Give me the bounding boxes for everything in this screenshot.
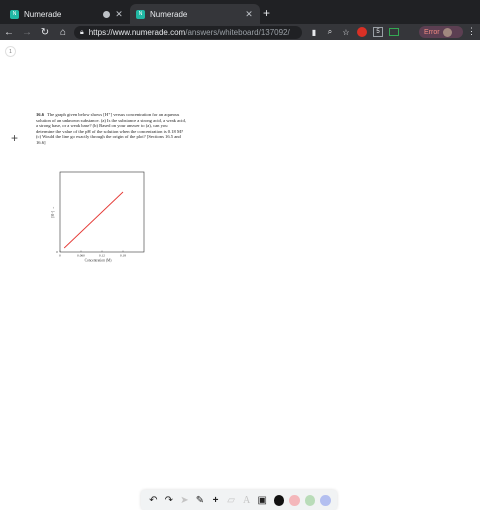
extension-red-icon[interactable] bbox=[356, 26, 368, 38]
forward-icon[interactable]: → bbox=[18, 27, 36, 38]
star-icon[interactable]: ☆ bbox=[340, 26, 352, 38]
url-text: https://www.numerade.com/answers/whitebo… bbox=[89, 28, 290, 37]
menu-icon[interactable]: ⋮ bbox=[467, 26, 476, 37]
x-tick-label: 0.060 bbox=[77, 254, 85, 258]
drawing-toolbar: ↶ ↷ ➤ ✎ + ▱ A ▣ bbox=[141, 490, 337, 510]
add-icon[interactable]: + bbox=[11, 131, 18, 145]
question-number: 16.6 bbox=[36, 112, 45, 117]
close-tab-icon[interactable]: ✕ bbox=[114, 9, 124, 20]
series-line bbox=[63, 191, 124, 249]
x-axis-label: Concentration (M) bbox=[85, 259, 113, 263]
camera-icon[interactable]: ▮ bbox=[308, 26, 320, 38]
page-number-badge: 1 bbox=[5, 46, 16, 57]
avatar bbox=[442, 27, 452, 37]
browser-toolbar: ← → ↻ ⌂ 🔒︎ https://www.numerade.com/answ… bbox=[0, 24, 480, 40]
y-tick-label: 0 bbox=[56, 250, 58, 254]
text-tool-icon[interactable]: A bbox=[240, 494, 253, 507]
color-swatch-green[interactable] bbox=[304, 494, 316, 506]
numerade-favicon-icon: N bbox=[10, 9, 19, 19]
x-tick-label: 0 bbox=[59, 254, 61, 258]
question-text: 16.6 The graph given below shows [H⁺] ver… bbox=[36, 112, 186, 146]
color-swatch-black[interactable] bbox=[273, 494, 285, 506]
audio-indicator-icon bbox=[103, 10, 110, 18]
profile-error-button[interactable]: Error bbox=[419, 26, 463, 38]
tab-numerade-2[interactable]: N Numerade ✕ bbox=[130, 4, 260, 24]
url-path: /answers/whiteboard/137092/ bbox=[185, 28, 290, 37]
extension-badge-icon[interactable]: 5 bbox=[372, 26, 384, 38]
redo-icon[interactable]: ↷ bbox=[163, 494, 176, 507]
new-tab-button[interactable]: + bbox=[263, 6, 270, 20]
y-axis-label: [H⁺] → bbox=[51, 206, 55, 217]
lock-icon: 🔒︎ bbox=[80, 28, 84, 36]
pen-icon[interactable]: ✎ bbox=[194, 494, 207, 507]
add-shape-icon[interactable]: + bbox=[209, 494, 222, 507]
select-pointer-icon[interactable]: ➤ bbox=[178, 494, 191, 507]
back-icon[interactable]: ← bbox=[0, 27, 18, 38]
concentration-chart: 0 0.060 0.12 0.18 0 Concentration (M) [H⁺] → bbox=[50, 168, 150, 268]
tab-strip: N Numerade ✕ N Numerade ✕ + bbox=[0, 0, 480, 24]
numerade-favicon-icon: N bbox=[136, 9, 145, 19]
toolbar-icons: ▮ ⌕ ☆ 5 bbox=[308, 25, 400, 39]
color-swatch-blue[interactable] bbox=[320, 494, 331, 506]
x-tick-label: 0.18 bbox=[120, 254, 126, 258]
image-icon[interactable]: ▣ bbox=[256, 494, 269, 507]
extension-monitor-icon[interactable] bbox=[388, 26, 400, 38]
x-tick-label: 0.12 bbox=[99, 254, 105, 258]
color-swatch-pink[interactable] bbox=[289, 494, 300, 506]
tab-numerade-1[interactable]: N Numerade ✕ bbox=[4, 4, 130, 24]
error-label: Error bbox=[424, 28, 440, 36]
address-bar[interactable]: 🔒︎ https://www.numerade.com/answers/whit… bbox=[74, 26, 302, 39]
search-icon[interactable]: ⌕ bbox=[324, 26, 336, 38]
reload-icon[interactable]: ↻ bbox=[36, 27, 54, 38]
close-tab-icon[interactable]: ✕ bbox=[244, 9, 254, 20]
whiteboard-page[interactable]: 1 + 16.6 The graph given below shows [H⁺]… bbox=[0, 40, 480, 510]
home-icon[interactable]: ⌂ bbox=[54, 27, 72, 38]
tab-title: Numerade bbox=[150, 9, 188, 19]
undo-icon[interactable]: ↶ bbox=[147, 494, 160, 507]
url-host: https://www.numerade.com bbox=[88, 28, 186, 37]
question-body: The graph given below shows [H⁺] versus … bbox=[36, 112, 186, 145]
tab-title: Numerade bbox=[24, 9, 62, 19]
eraser-icon[interactable]: ▱ bbox=[225, 494, 238, 507]
chart-svg: 0 0.060 0.12 0.18 0 Concentration (M) [H⁺] → bbox=[51, 171, 145, 263]
